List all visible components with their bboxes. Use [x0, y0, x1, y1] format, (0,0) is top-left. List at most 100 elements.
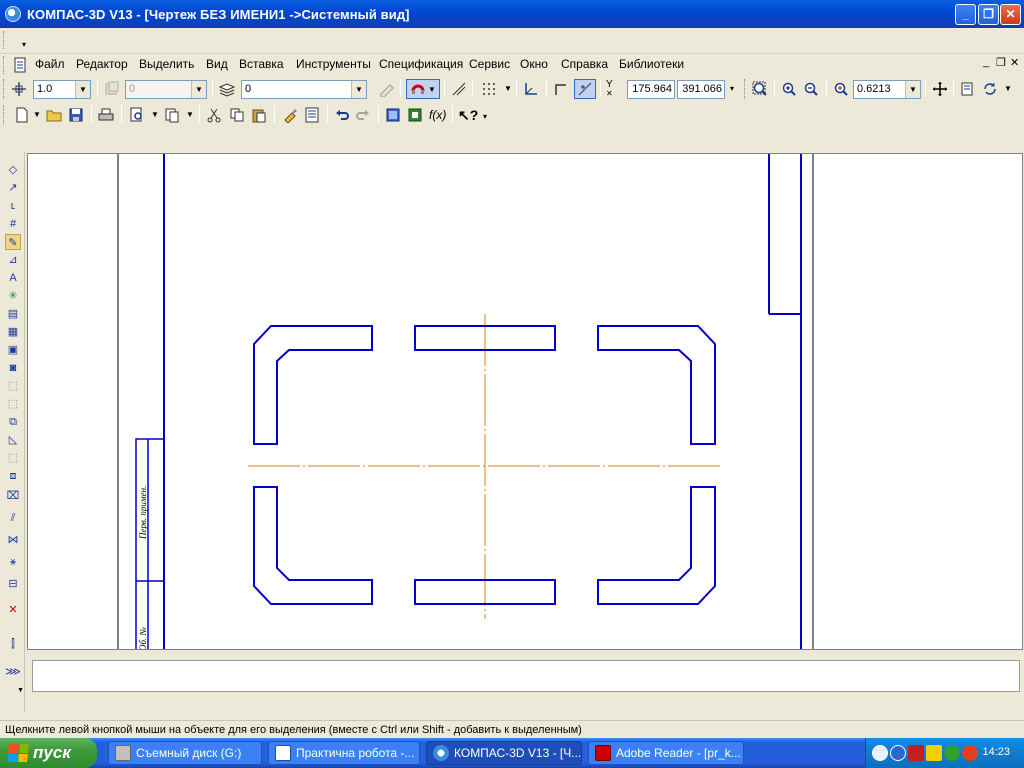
alert-icon[interactable] [962, 745, 978, 761]
warning-icon[interactable] [926, 745, 942, 761]
tool2-icon[interactable]: ⬚ [5, 396, 21, 412]
toolbar-options-icon[interactable]: ▾ [730, 84, 734, 93]
menu-tools[interactable]: Инструменты [295, 57, 372, 71]
mdi-restore-button[interactable]: ❐ [996, 56, 1006, 69]
menu-view[interactable]: Вид [205, 57, 229, 71]
parametrization-icon[interactable]: ✎ [5, 234, 21, 250]
sheet-metal-icon[interactable]: ◙ [5, 360, 21, 376]
tool4-icon[interactable]: ◺ [5, 432, 21, 448]
mdi-close-button[interactable]: ✕ [1010, 56, 1019, 69]
redo-icon[interactable] [354, 106, 372, 124]
back-arrow-icon[interactable] [872, 745, 888, 761]
copy-icon[interactable] [228, 106, 246, 124]
chevron-down-icon[interactable]: ▼ [905, 81, 920, 98]
toolbar-grip[interactable] [3, 31, 6, 49]
designations-icon[interactable]: ʟ [5, 198, 21, 214]
menu-libraries[interactable]: Библиотеки [618, 57, 685, 71]
minimize-button[interactable]: _ [955, 4, 976, 25]
chevron-down-icon[interactable]: ▼ [75, 81, 90, 98]
toolbar-grip[interactable] [744, 79, 747, 99]
menu-specification[interactable]: Спецификация [378, 57, 464, 71]
chevron-down-icon[interactable]: ▼ [504, 84, 512, 93]
zoom-out-icon[interactable] [802, 80, 820, 98]
chevron-down-icon[interactable]: ▼ [186, 110, 194, 119]
network-icon[interactable] [890, 745, 906, 761]
close-button[interactable]: ✕ [1000, 4, 1021, 25]
help-pointer-icon[interactable]: ↖? [458, 107, 478, 124]
tool11-icon[interactable]: ⊟ [5, 576, 21, 592]
document-manager-icon[interactable] [163, 106, 181, 124]
tool7-icon[interactable]: ⌧ [5, 488, 21, 504]
layers-icon[interactable] [218, 80, 236, 98]
measure-icon[interactable]: ⊿ [5, 252, 21, 268]
chevron-down-icon[interactable]: ▼ [17, 687, 24, 694]
new-file-icon[interactable] [13, 106, 31, 124]
print-icon[interactable] [97, 106, 115, 124]
select-icon[interactable]: A [5, 270, 21, 286]
task-removable-disk[interactable]: Съемный диск (G:) [108, 741, 262, 765]
function-fx-icon[interactable]: f(x) [429, 108, 446, 122]
undo-icon[interactable] [333, 106, 351, 124]
spec-icon[interactable]: ▤ [5, 306, 21, 322]
pan-icon[interactable] [931, 80, 949, 98]
variables-icon[interactable] [406, 106, 424, 124]
tool6-icon[interactable]: ⧈ [5, 468, 21, 484]
toolbar-grip[interactable] [3, 105, 6, 125]
print-preview-icon[interactable] [128, 106, 146, 124]
toolbar-options-icon[interactable]: ▾ [483, 112, 487, 121]
zoom-combo[interactable]: 0.6213 ▼ [853, 80, 921, 99]
tool12-icon[interactable]: ⫿ [5, 636, 21, 652]
zoom-scale-icon[interactable] [832, 80, 850, 98]
geometry-icon[interactable]: ◇ [5, 162, 21, 178]
toolbar-options-icon[interactable]: ▾ [22, 40, 26, 49]
chevron-down-icon[interactable]: ▼ [351, 81, 366, 98]
task-word-document[interactable]: Практична робота -... [268, 741, 420, 765]
zoom-in-icon[interactable] [780, 80, 798, 98]
save-icon[interactable] [67, 106, 85, 124]
task-adobe-reader[interactable]: Adobe Reader - [pr_k... [588, 741, 744, 765]
mdi-minimize-button[interactable]: _ [983, 56, 989, 68]
properties-panel-field[interactable] [32, 660, 1020, 692]
start-button[interactable]: пуск [0, 738, 97, 768]
ortho-icon[interactable] [552, 80, 570, 98]
menu-select[interactable]: Выделить [138, 57, 195, 71]
menu-insert[interactable]: Вставка [238, 57, 285, 71]
paste-icon[interactable] [250, 106, 268, 124]
drawing-svg[interactable]: Перв. примен. Об. № [28, 154, 1023, 650]
insert-icon[interactable]: ▣ [5, 342, 21, 358]
show-all-icon[interactable] [959, 80, 977, 98]
delete-icon[interactable]: ✕ [5, 602, 21, 618]
open-folder-icon[interactable] [45, 106, 63, 124]
tool9-icon[interactable]: ⋈ [5, 532, 21, 548]
local-cs-icon[interactable] [522, 80, 540, 98]
round-off-button[interactable] [574, 79, 596, 99]
reports-icon[interactable]: ▦ [5, 324, 21, 340]
kompas-app-icon[interactable] [5, 6, 21, 22]
library-manager-icon[interactable] [384, 106, 402, 124]
magnet-snap-button[interactable]: ▼ [406, 79, 440, 99]
menu-help[interactable]: Справка [560, 57, 609, 71]
cursor-step-combo[interactable]: 1.0 ▼ [33, 80, 91, 99]
menu-editor[interactable]: Редактор [75, 57, 129, 71]
drawing-canvas[interactable]: Перв. примен. Об. № [27, 153, 1023, 650]
tool5-icon[interactable]: ⬚ [5, 450, 21, 466]
clock[interactable]: 14:23 [982, 746, 1010, 758]
coord-y-field[interactable]: 391.066 [677, 80, 725, 99]
tool3-icon[interactable]: ⧉ [5, 414, 21, 430]
tool10-icon[interactable]: ⚹ [5, 554, 21, 570]
chevron-down-icon[interactable]: ▼ [1004, 84, 1012, 93]
refresh-icon[interactable] [981, 80, 999, 98]
task-kompas[interactable]: КОМПАС-3D V13 - [Ч... [426, 741, 582, 765]
zoom-window-icon[interactable] [751, 80, 769, 98]
dimensions-icon[interactable]: ↗ [5, 180, 21, 196]
tool8-icon[interactable]: ⫽ [5, 510, 21, 526]
properties-icon[interactable] [378, 80, 396, 98]
menu-service[interactable]: Сервис [468, 57, 511, 71]
maximize-button[interactable]: ❐ [978, 4, 999, 25]
antivirus-icon[interactable] [908, 745, 924, 761]
cursor-step-icon[interactable] [10, 80, 28, 98]
menu-window[interactable]: Окно [519, 57, 549, 71]
coord-x-field[interactable]: 175.964 [627, 80, 675, 99]
properties-list-icon[interactable] [303, 106, 321, 124]
tool13-icon[interactable]: ⋙ [5, 664, 21, 680]
